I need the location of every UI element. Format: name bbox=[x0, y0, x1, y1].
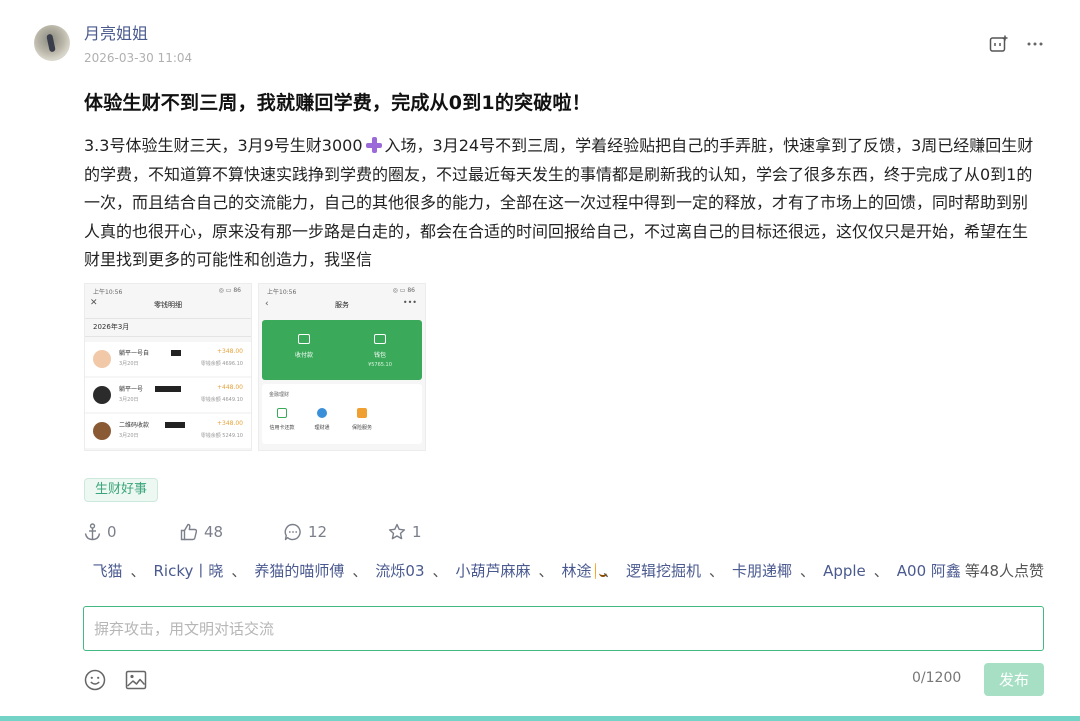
author-name[interactable]: 月亮姐姐 bbox=[84, 20, 148, 44]
image1-status-right: ◎ ▭ 86 bbox=[218, 287, 241, 294]
image1-row-avatar bbox=[93, 386, 111, 404]
image1-redaction bbox=[165, 422, 185, 428]
image1-divider bbox=[85, 336, 251, 337]
image2-service-label: 保险服务 bbox=[351, 425, 372, 431]
scan-pay-icon bbox=[298, 334, 310, 344]
image2-service-item: 信用卡还款 bbox=[264, 408, 300, 431]
topic-tag[interactable]: 生财好事 bbox=[84, 478, 159, 502]
image2-pay-item: 收付款 bbox=[274, 334, 334, 359]
image1-row-balance: 零钱余额 5249.10 bbox=[200, 433, 243, 439]
more-options-icon[interactable] bbox=[1024, 34, 1046, 54]
author-avatar[interactable] bbox=[34, 25, 70, 61]
image2-wallet-value: ¥5765.10 bbox=[368, 362, 392, 368]
wealth-icon bbox=[317, 408, 327, 418]
image2-status-time: 上午10:56 bbox=[267, 289, 297, 296]
liker-name[interactable]: 林途 bbox=[562, 560, 592, 581]
liker-name[interactable]: Ricky丨晓 bbox=[153, 560, 223, 581]
image1-row-balance: 零钱余额 4649.10 bbox=[200, 397, 243, 403]
image1-row-name: 躺平一号自 bbox=[119, 350, 150, 357]
post-title: 体验生财不到三周，我就赚回学费，完成从0到1的突破啦！ bbox=[84, 92, 591, 114]
insurance-icon bbox=[357, 408, 367, 418]
comment-input-wrapper bbox=[83, 606, 1044, 651]
anchor-count: 0 bbox=[107, 523, 117, 541]
image1-row-amount: +348.00 bbox=[216, 348, 243, 355]
image1-row-avatar bbox=[93, 422, 111, 440]
liker-name[interactable]: 流烁03 bbox=[375, 560, 424, 581]
comment-input[interactable] bbox=[84, 607, 1043, 650]
image1-row-balance: 零钱余额 4696.10 bbox=[200, 361, 243, 367]
post-body-text-1: 3.3号体验生财三天，3月9号生财3000 bbox=[84, 136, 363, 155]
attached-image-1[interactable]: 上午10:56 ◎ ▭ 86 ✕ 零钱明细 2026年3月 躺平一号自 3月20… bbox=[84, 283, 252, 451]
image1-row-amount: +348.00 bbox=[216, 420, 243, 427]
liker-name[interactable]: A00 阿鑫 bbox=[897, 560, 961, 581]
comment-icon bbox=[284, 523, 301, 541]
like-count: 48 bbox=[204, 523, 224, 541]
image2-section-title: 金融理财 bbox=[269, 392, 290, 398]
image1-row: 躺平一号 3月20日 +448.00 零钱余额 4649.10 bbox=[85, 378, 251, 412]
image1-row: 躺平一号自 3月20日 +348.00 零钱余额 4696.10 bbox=[85, 342, 251, 376]
image2-service-item: 保险服务 bbox=[344, 408, 380, 431]
credit-card-icon bbox=[277, 408, 287, 418]
favorite-button[interactable]: 1 bbox=[388, 520, 422, 544]
image2-service-item: 理财通 bbox=[304, 408, 340, 431]
image1-row-name: 躺平一号 bbox=[119, 386, 144, 393]
liker-name[interactable]: 飞猫 bbox=[92, 560, 122, 581]
post-body-text-2: 入场，3月24号不到三周，学着经验贴把自己的手弄脏，快速拿到了反馈，3周已经赚回… bbox=[84, 136, 1034, 269]
bottom-accent-bar bbox=[0, 716, 1080, 721]
image2-wallet-label: 钱包 bbox=[373, 352, 386, 359]
image1-row-avatar bbox=[93, 350, 111, 368]
insert-image-button[interactable] bbox=[124, 668, 148, 692]
image1-row-name: 二维码收款 bbox=[119, 422, 150, 429]
image1-title: 零钱明细 bbox=[154, 301, 182, 309]
image2-title: 服务 bbox=[335, 301, 349, 309]
image2-more-icon: ••• bbox=[402, 298, 417, 307]
image1-divider bbox=[85, 318, 251, 319]
image1-row-amount: +448.00 bbox=[216, 384, 243, 391]
image2-pay-label: 收付款 bbox=[294, 352, 313, 359]
likers-summary: 等48人点赞 bbox=[964, 562, 1044, 580]
publish-button[interactable]: 发布 bbox=[984, 663, 1044, 696]
post-page: 月亮姐姐 2026-03-30 11:04 体验生财不到三周，我就赚回学费，完成… bbox=[0, 0, 1080, 721]
image1-row-date: 3月20日 bbox=[119, 397, 139, 403]
image1-redaction bbox=[155, 386, 181, 392]
anchor-button[interactable]: 0 bbox=[84, 520, 117, 544]
attached-image-2[interactable]: 上午10:56 ◎ ▭ 86 ‹ 服务 ••• 收付款 钱包 ¥5765.10 … bbox=[258, 283, 426, 451]
image2-green-panel: 收付款 钱包 ¥5765.10 bbox=[262, 320, 422, 380]
image1-row-date: 3月20日 bbox=[119, 433, 139, 439]
image-icon bbox=[125, 670, 147, 690]
image1-row: 二维码收款 3月20日 +348.00 零钱余额 5249.10 bbox=[85, 414, 251, 448]
emoji-icon bbox=[84, 669, 106, 691]
liker-name[interactable]: Apple bbox=[823, 562, 866, 580]
image2-service-label: 信用卡还款 bbox=[269, 425, 295, 431]
post-body: 3.3号体验生财三天，3月9号生财3000 入场，3月24号不到三周，学着经验贴把… bbox=[84, 132, 1040, 275]
liker-name[interactable]: 逻辑挖掘机 bbox=[626, 560, 701, 581]
thumbs-up-icon bbox=[180, 523, 198, 541]
image1-redaction bbox=[171, 350, 181, 356]
post-timestamp: 2026-03-30 11:04 bbox=[84, 51, 193, 65]
likers-list: 飞猫、 Ricky丨晓、 养猫的喵师傅、 流烁03、 小葫芦麻麻、 林途、 逻辑… bbox=[84, 560, 1044, 581]
image2-status-right: ◎ ▭ 86 bbox=[392, 287, 415, 294]
char-counter: 0/1200 bbox=[912, 670, 962, 686]
liker-name[interactable]: 小葫芦麻麻 bbox=[456, 560, 531, 581]
image1-status-time: 上午10:56 bbox=[93, 289, 123, 296]
plus-emoji-icon bbox=[365, 136, 383, 154]
wallet-icon bbox=[374, 334, 386, 344]
emoji-button[interactable] bbox=[83, 668, 107, 692]
image1-month: 2026年3月 bbox=[93, 323, 130, 331]
comment-count: 12 bbox=[308, 523, 328, 541]
add-to-collection-icon[interactable] bbox=[988, 34, 1010, 54]
comment-button[interactable]: 12 bbox=[284, 520, 327, 544]
liker-name[interactable]: 卡朋递椰 bbox=[732, 560, 792, 581]
liker-name[interactable]: 养猫的喵师傅 bbox=[254, 560, 344, 581]
image2-finance-card: 金融理财 信用卡还款 理财通 保险服务 bbox=[262, 384, 422, 444]
image1-row-date: 3月20日 bbox=[119, 361, 139, 367]
image2-wallet-item: 钱包 ¥5765.10 bbox=[350, 334, 410, 368]
anchor-icon bbox=[84, 523, 101, 541]
image2-service-label: 理财通 bbox=[314, 425, 330, 431]
star-icon bbox=[388, 523, 406, 540]
like-button[interactable]: 48 bbox=[180, 520, 223, 544]
favorite-count: 1 bbox=[412, 523, 422, 541]
